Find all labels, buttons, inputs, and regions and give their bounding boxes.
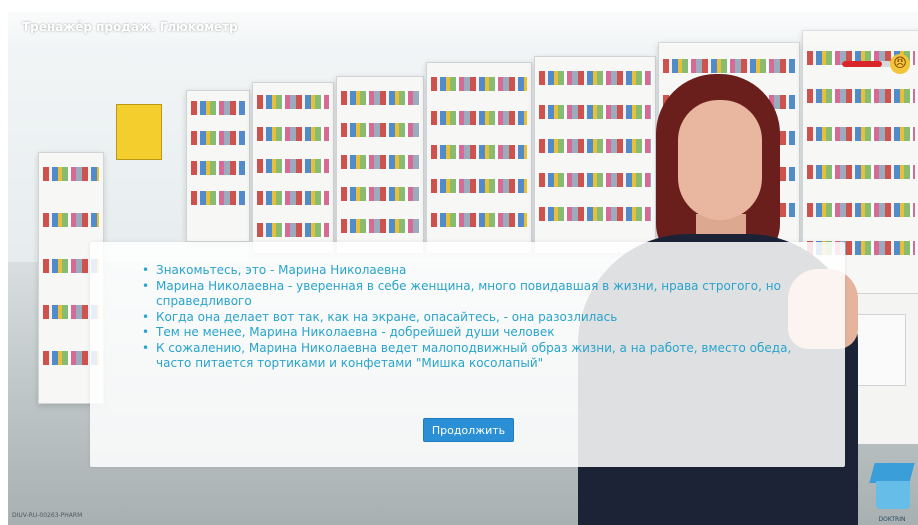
title-bar: Тренажёр продаж. Глюкометр	[8, 12, 918, 46]
angry-face-icon: 😠	[890, 54, 910, 74]
app-title: Тренажёр продаж. Глюкометр	[22, 20, 238, 34]
character-face	[678, 100, 762, 220]
bullet-item: Тем не менее, Марина Николаевна - добрей…	[142, 325, 802, 341]
bullet-item: Когда она делает вот так, как на экране,…	[142, 310, 802, 326]
mood-fill	[842, 61, 882, 67]
intro-dialog: Знакомьтесь, это - Марина Николаевна Мар…	[90, 242, 845, 467]
brand-logo: DOKTRIN	[868, 463, 916, 523]
information-sign	[116, 104, 162, 160]
logo-text: DOKTRIN	[878, 516, 906, 523]
shelf-unit	[252, 82, 334, 254]
shelf-unit	[426, 62, 532, 254]
continue-button[interactable]: Продолжить	[423, 418, 514, 442]
logo-book-shape	[876, 481, 910, 509]
shelf-unit	[336, 76, 424, 254]
shelf-unit	[186, 90, 250, 242]
mood-track	[842, 61, 892, 67]
bullet-item: К сожалению, Марина Николаевна ведет мал…	[142, 341, 802, 372]
mood-indicator: 😠	[842, 54, 910, 74]
course-code: DIUV-RU-00263-PHARM	[12, 512, 83, 519]
app-window: Тренажёр продаж. Глюкометр 😠 Знакомьтесь…	[8, 12, 918, 525]
graduation-cap-icon	[869, 463, 915, 483]
intro-bullet-list: Знакомьтесь, это - Марина Николаевна Мар…	[142, 263, 802, 372]
bullet-item: Знакомьтесь, это - Марина Николаевна	[142, 263, 802, 279]
bullet-item: Марина Николаевна - уверенная в себе жен…	[142, 279, 802, 310]
